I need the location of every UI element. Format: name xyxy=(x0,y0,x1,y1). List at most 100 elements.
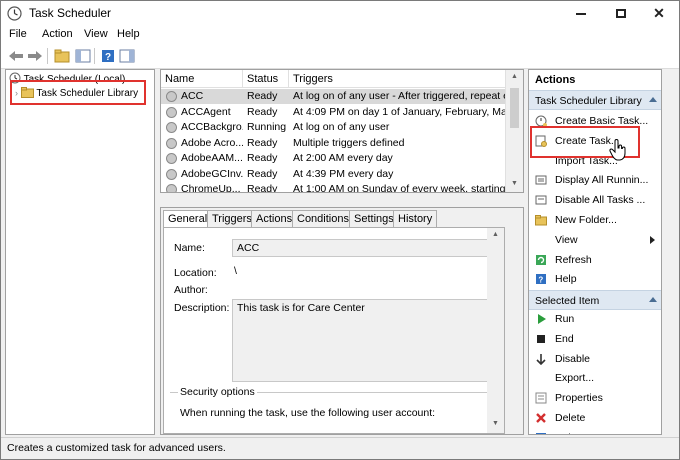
task-status: Ready xyxy=(247,152,278,164)
menu-file[interactable]: File xyxy=(9,28,27,40)
action-label: End xyxy=(555,332,574,345)
section-selected-label: Selected Item xyxy=(535,295,600,307)
task-status-icon xyxy=(166,137,177,149)
tree-node-library[interactable]: › Task Scheduler Library xyxy=(15,87,138,99)
tab-conditions[interactable]: Conditions xyxy=(292,210,354,227)
action-refresh[interactable]: Refresh xyxy=(529,251,661,270)
column-triggers[interactable]: Triggers xyxy=(289,70,505,88)
collapse-up-icon[interactable] xyxy=(649,97,657,102)
task-name: AdobeAAM... xyxy=(181,152,243,164)
minimize-button[interactable] xyxy=(561,1,601,26)
tab-settings[interactable]: Settings xyxy=(349,210,399,227)
task-status-icon xyxy=(166,106,177,118)
run-icon xyxy=(538,314,546,324)
action-disable[interactable]: Disable xyxy=(529,350,661,369)
action-pane-icon xyxy=(119,49,135,63)
action-help[interactable]: ? Help xyxy=(529,429,661,434)
disable-icon xyxy=(536,353,546,365)
task-status-icon xyxy=(166,168,177,180)
section-library-label: Task Scheduler Library xyxy=(535,95,642,107)
toolbar-separator xyxy=(47,48,48,64)
action-end[interactable]: End xyxy=(529,330,661,349)
action-export[interactable]: Export... xyxy=(529,369,661,388)
task-status-icon xyxy=(166,91,177,102)
action-label: Refresh xyxy=(555,253,592,266)
collapse-up-icon[interactable] xyxy=(649,297,657,302)
task-row[interactable]: Adobe Acro... Ready Multiple triggers defi… xyxy=(161,136,505,151)
action-view[interactable]: View xyxy=(529,231,661,250)
scroll-down-icon[interactable]: ▼ xyxy=(492,420,499,427)
svg-text:?: ? xyxy=(538,276,543,285)
menu-action[interactable]: Action xyxy=(42,28,73,40)
tab-actions[interactable]: Actions xyxy=(251,210,298,227)
security-options-group: Security options When running the task, … xyxy=(170,386,502,434)
task-name: ACCBackgro... xyxy=(181,121,243,133)
console-tree-pane: Task Scheduler (Local) › Task Scheduler … xyxy=(5,69,155,435)
security-options-text: When running the task, use the following… xyxy=(180,407,436,419)
title-bar: Task Scheduler ✕ xyxy=(1,1,679,26)
maximize-button[interactable] xyxy=(601,1,641,26)
section-selected-item[interactable]: Selected Item xyxy=(529,290,661,310)
task-name: ACCAgent xyxy=(181,105,231,118)
action-help[interactable]: ? Help xyxy=(529,270,661,289)
scroll-up-icon[interactable]: ▲ xyxy=(511,73,518,80)
action-label: New Folder... xyxy=(555,214,617,226)
up-folder-button[interactable] xyxy=(53,47,71,65)
toolbar: ? xyxy=(1,44,679,69)
tab-general[interactable]: General xyxy=(163,210,213,228)
menu-view[interactable]: View xyxy=(84,28,108,40)
description-label: Description: xyxy=(174,302,230,314)
action-new-folder[interactable]: New Folder... xyxy=(529,211,661,230)
status-text: Creates a customized task for advanced u… xyxy=(7,442,226,454)
scroll-up-icon[interactable]: ▲ xyxy=(492,231,499,238)
close-button[interactable]: ✕ xyxy=(639,1,679,26)
toolbar-separator xyxy=(94,48,95,64)
task-row[interactable]: AdobeGCInv... Ready At 4:39 PM every day xyxy=(161,167,505,182)
action-label: Help xyxy=(555,273,577,286)
svg-text:?: ? xyxy=(105,52,111,63)
action-display-all-runnin[interactable]: Display All Runnin... xyxy=(529,171,661,190)
forward-button[interactable] xyxy=(26,47,44,65)
actions-title: Actions xyxy=(529,70,661,90)
folder-icon xyxy=(535,215,547,226)
description-field[interactable]: This task is for Care Center xyxy=(232,299,504,382)
action-disable-all-tasks[interactable]: Disable All Tasks ... xyxy=(529,191,661,210)
location-label: Location: xyxy=(174,267,217,279)
task-row[interactable]: AdobeAAM... Ready At 2:00 AM every day xyxy=(161,151,505,166)
help-icon: ? xyxy=(536,432,546,434)
tab-triggers[interactable]: Triggers xyxy=(207,210,257,227)
task-status: Ready xyxy=(247,167,278,180)
task-triggers: At log on of any user - After triggered,… xyxy=(293,90,505,102)
scroll-down-icon[interactable]: ▼ xyxy=(511,180,518,187)
show-action-pane-button[interactable] xyxy=(118,47,136,65)
action-label: Display All Runnin... xyxy=(555,174,649,187)
task-details-panel: General Triggers Actions Conditions Sett… xyxy=(160,207,524,435)
action-run[interactable]: Run xyxy=(529,310,661,329)
actions-scrollbar[interactable] xyxy=(663,69,679,435)
menu-help[interactable]: Help xyxy=(117,28,140,40)
maximize-icon xyxy=(616,9,626,18)
details-scrollbar[interactable]: ▲ ▼ xyxy=(487,228,504,433)
task-row[interactable]: ChromeUp... Ready At 1:00 AM on Sunday of … xyxy=(161,182,505,193)
task-status: Running xyxy=(247,121,287,133)
scroll-thumb[interactable] xyxy=(510,88,519,128)
task-row[interactable]: ACCAgent Ready At 4:09 PM on day 1 of Janu… xyxy=(161,105,505,120)
task-status: Ready xyxy=(247,136,278,149)
action-delete[interactable]: Delete xyxy=(529,409,661,428)
help-toolbar-button[interactable]: ? xyxy=(99,47,117,65)
tab-history[interactable]: History xyxy=(393,210,438,227)
action-properties[interactable]: Properties xyxy=(529,389,661,408)
delete-icon xyxy=(536,413,546,423)
task-row[interactable]: ACC Ready At log on of any user - After tr… xyxy=(161,89,505,104)
task-name: ChromeUp... xyxy=(181,183,241,193)
task-status-icon xyxy=(166,122,177,133)
column-status[interactable]: Status xyxy=(243,70,289,88)
expand-chevron-icon[interactable]: › xyxy=(15,88,18,98)
section-task-scheduler-library[interactable]: Task Scheduler Library xyxy=(529,90,661,110)
name-field[interactable]: ACC xyxy=(232,239,504,257)
back-button[interactable] xyxy=(7,47,25,65)
task-row[interactable]: ACCBackgro... Running At log on of any use… xyxy=(161,120,505,135)
task-list-scrollbar[interactable]: ▲ ▼ xyxy=(505,70,523,192)
show-hide-tree-button[interactable] xyxy=(74,47,92,65)
column-name[interactable]: Name xyxy=(161,70,243,88)
